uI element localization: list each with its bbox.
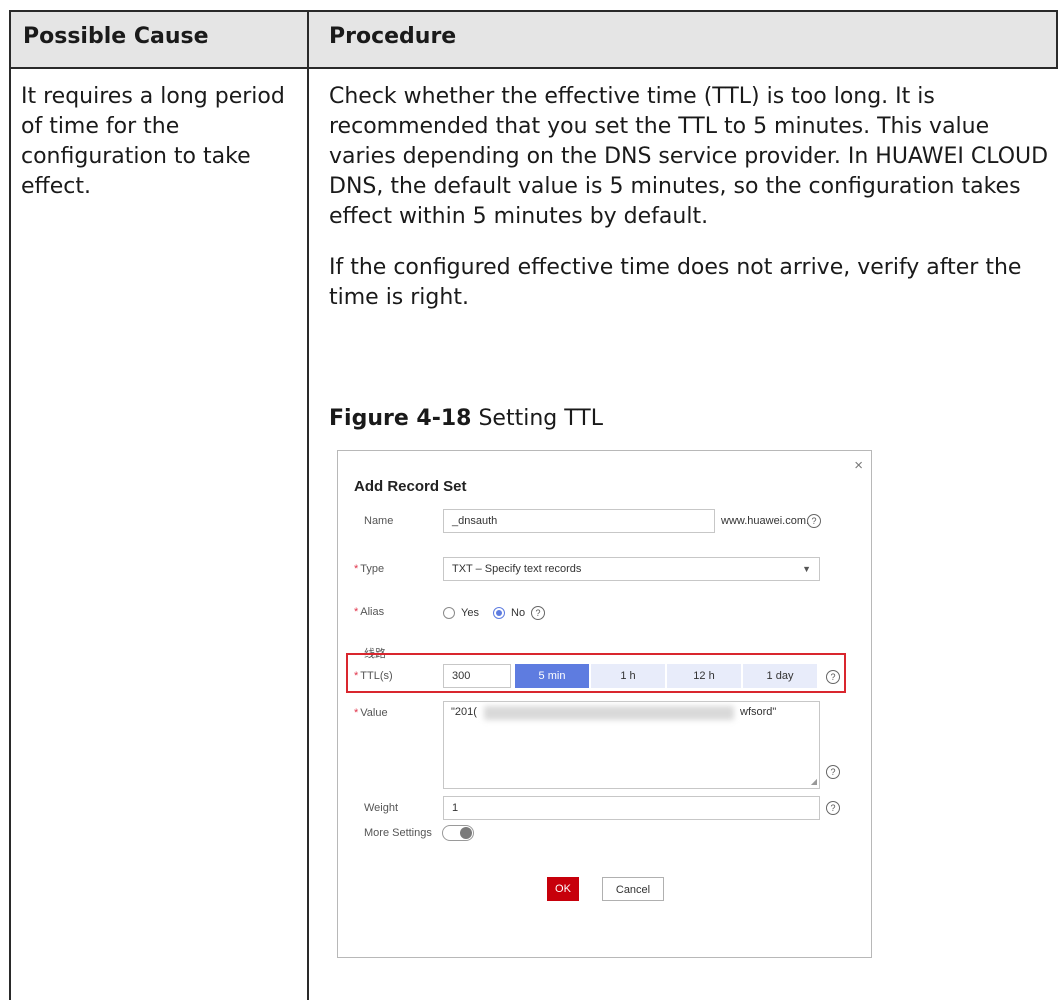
name-help-icon[interactable]: ? xyxy=(807,514,821,528)
required-star: * xyxy=(354,707,359,719)
ok-button[interactable]: OK xyxy=(547,877,579,901)
more-settings-toggle[interactable] xyxy=(442,825,474,841)
close-icon[interactable]: × xyxy=(854,457,863,474)
ttl-preset-1day[interactable]: 1 day xyxy=(743,664,817,688)
required-star: * xyxy=(354,606,359,618)
dialog-title: Add Record Set xyxy=(354,478,467,495)
redacted-value xyxy=(484,706,734,720)
header-possible-cause: Possible Cause xyxy=(23,24,209,49)
name-domain-suffix: www.huawei.com. xyxy=(721,515,810,527)
value-text-end: wfsord" xyxy=(740,706,777,718)
document-table: Possible Cause Procedure It requires a l… xyxy=(9,10,1058,1000)
weight-input[interactable]: 1 xyxy=(443,796,820,820)
cancel-button[interactable]: Cancel xyxy=(602,877,664,901)
alias-yes-label: Yes xyxy=(461,607,479,619)
required-star: * xyxy=(354,563,359,575)
name-label: Name xyxy=(364,515,394,527)
weight-label: Weight xyxy=(364,802,399,814)
type-select[interactable]: TXT – Specify text records ▼ xyxy=(443,557,820,581)
ttl-preset-1h[interactable]: 1 h xyxy=(591,664,665,688)
ttl-label: * TTL(s) xyxy=(354,670,393,682)
add-record-set-dialog: × Add Record Set Name _dnsauth www.huawe… xyxy=(337,450,872,958)
required-star: * xyxy=(354,670,359,682)
name-input[interactable]: _dnsauth xyxy=(443,509,715,533)
alias-no-radio[interactable] xyxy=(493,607,505,619)
weight-help-icon[interactable]: ? xyxy=(826,801,840,815)
procedure-paragraph-1: Check whether the effective time (TTL) i… xyxy=(329,84,1049,229)
more-settings-label: More Settings xyxy=(364,827,432,839)
chevron-down-icon: ▼ xyxy=(802,564,811,574)
value-text-start: "201( xyxy=(451,706,477,718)
resize-grip-icon[interactable]: ◢ xyxy=(811,777,817,786)
value-label: * Value xyxy=(354,707,388,719)
type-select-value: TXT – Specify text records xyxy=(452,563,582,575)
alias-no-label: No xyxy=(511,607,526,619)
alias-label: * Alias xyxy=(354,606,385,618)
alias-yes-radio[interactable] xyxy=(443,607,455,619)
cause-text: It requires a long period of time for th… xyxy=(21,84,285,199)
ttl-preset-12h[interactable]: 12 h xyxy=(667,664,741,688)
alias-help-icon[interactable]: ? xyxy=(531,606,545,620)
procedure-paragraph-2: If the configured effective time does no… xyxy=(329,255,1022,310)
header-procedure: Procedure xyxy=(329,24,457,49)
figure-number: Figure 4-18 xyxy=(329,406,472,431)
ttl-help-icon[interactable]: ? xyxy=(826,670,840,684)
table-left-border xyxy=(9,10,11,1000)
ttl-preset-5min[interactable]: 5 min xyxy=(515,664,589,688)
type-label: * Type xyxy=(354,563,385,575)
value-textarea[interactable]: "201( wfsord" ◢ xyxy=(443,701,820,789)
value-help-icon[interactable]: ? xyxy=(826,765,840,779)
figure-title: Setting TTL xyxy=(478,406,603,431)
ttl-input[interactable]: 300 xyxy=(443,664,511,688)
figure-caption: Figure 4-18 Setting TTL xyxy=(329,406,603,431)
